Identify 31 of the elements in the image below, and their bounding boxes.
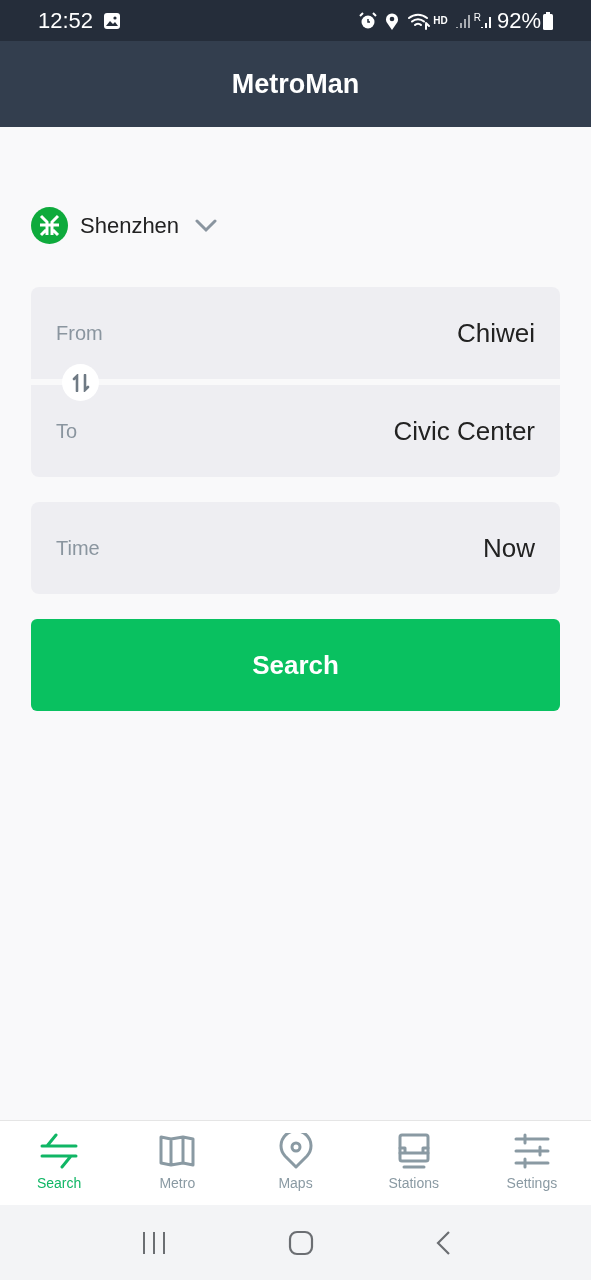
metro-logo-icon [31,207,68,244]
image-icon [103,11,122,30]
app-title: MetroMan [231,67,360,101]
city-selector[interactable]: Shenzhen [31,207,218,244]
tab-bar-item[interactable]: Search [0,1121,119,1205]
tab-bar-item[interactable]: Maps [236,1121,355,1205]
wifi-icon [407,11,432,30]
location-pin-icon [278,1132,313,1169]
recent-apps-icon[interactable] [140,1230,167,1255]
battery-icon [543,11,553,30]
alarm-icon [359,11,378,30]
signal-icon [455,12,470,29]
swap-vertical-icon [70,373,91,392]
swap-arrows-icon [40,1132,79,1169]
chevron-down-icon [195,218,218,233]
tab-bar-item[interactable]: Settings [472,1121,591,1205]
status-time: 12:52 [38,7,94,35]
back-icon[interactable] [434,1229,451,1256]
search-button[interactable]: Search [31,619,560,711]
home-icon[interactable] [287,1229,314,1256]
location-icon [385,11,400,30]
tab-bar-item[interactable]: Metro [118,1121,237,1205]
tab-bar-item[interactable]: Stations [354,1121,473,1205]
time-field[interactable]: Time Now [31,502,560,594]
network-label: HD [433,14,448,28]
battery-percent: 92% [496,7,541,35]
from-field[interactable]: From Chiwei [31,287,560,379]
sliders-icon [513,1132,550,1169]
roaming-label: R [473,11,481,25]
to-field[interactable]: To Civic Center [31,385,560,477]
train-icon [397,1132,430,1169]
